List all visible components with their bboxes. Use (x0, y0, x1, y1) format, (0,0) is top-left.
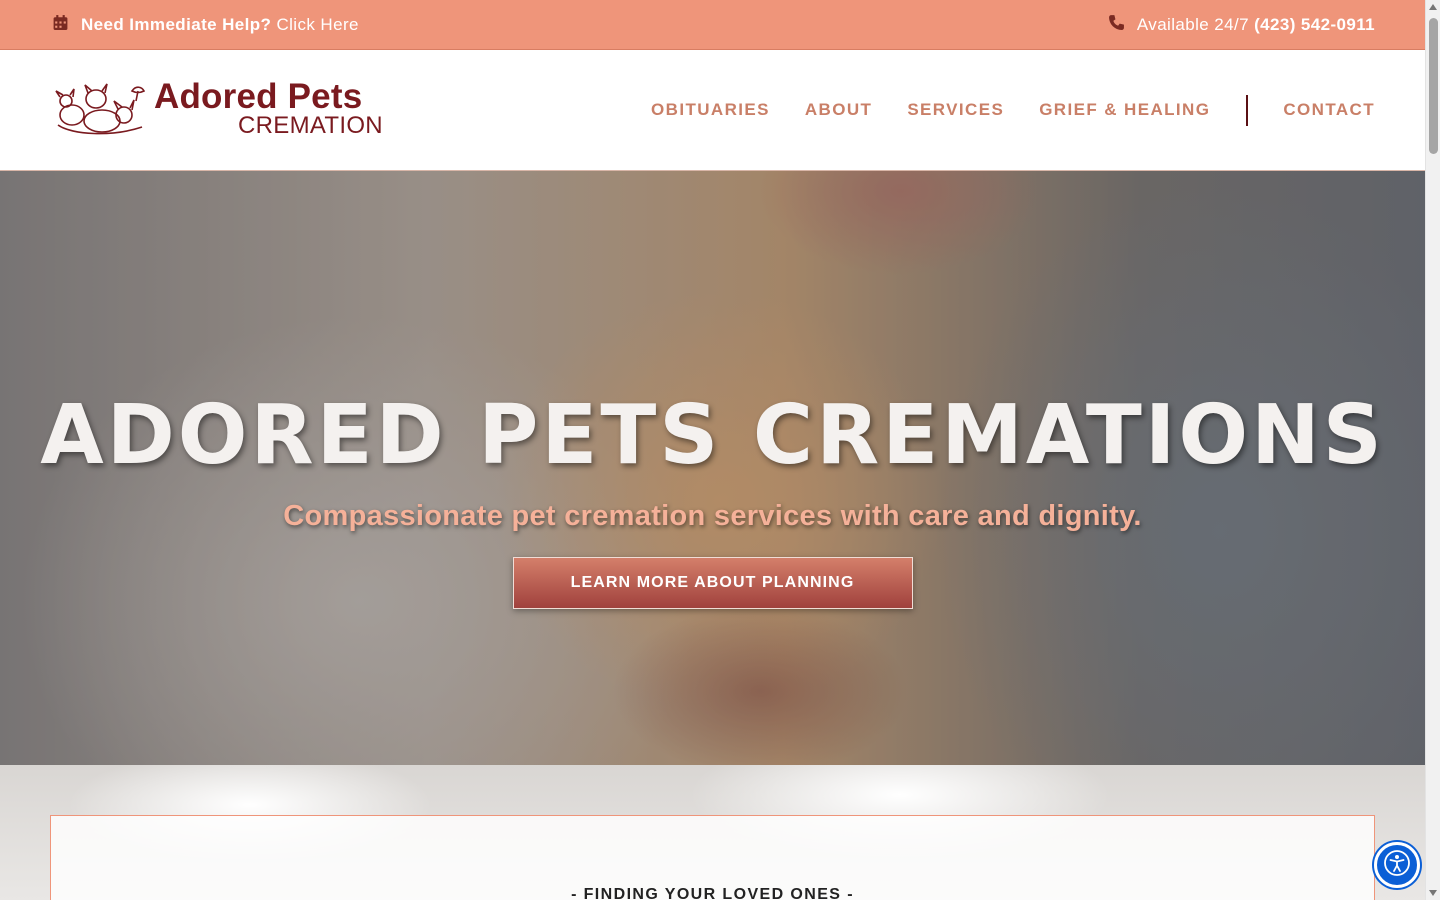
accessibility-icon (1383, 849, 1411, 882)
phone-contact[interactable]: Available 24/7 (423) 542-0911 (1108, 14, 1375, 36)
main-nav: OBITUARIES ABOUT SERVICES GRIEF & HEALIN… (616, 94, 1375, 126)
hero-subtitle: Compassionate pet cremation services wit… (283, 500, 1142, 532)
learn-more-button[interactable]: LEARN MORE ABOUT PLANNING (512, 557, 913, 609)
nav-obituaries[interactable]: OBITUARIES (651, 100, 770, 120)
section-heading: - FINDING YOUR LOVED ONES - (571, 886, 854, 900)
page-scrollbar[interactable] (1425, 0, 1440, 900)
nav-about[interactable]: ABOUT (805, 100, 872, 120)
logo-title: Adored Pets (154, 77, 363, 116)
click-here-link[interactable]: Click Here (276, 15, 358, 34)
hero-title: ADORED PETS CREMATIONS (40, 388, 1385, 483)
pets-illustration-icon (52, 75, 148, 146)
nav-grief-healing[interactable]: GRIEF & HEALING (1039, 100, 1210, 120)
phone-icon (1108, 14, 1125, 36)
phone-number[interactable]: (423) 542-0911 (1254, 15, 1375, 34)
loved-ones-card: - FINDING YOUR LOVED ONES - (50, 815, 1375, 900)
immediate-help-link[interactable]: Need Immediate Help? Click Here (52, 14, 359, 36)
help-label: Need Immediate Help? (81, 14, 272, 34)
scroll-up-arrow-icon[interactable] (1429, 4, 1437, 10)
availability-text: Available 24/7 (1136, 14, 1249, 34)
scroll-thumb[interactable] (1429, 18, 1438, 154)
hero-banner: ADORED PETS CREMATIONS Compassionate pet… (0, 171, 1425, 765)
top-bar: Need Immediate Help? Click Here Availabl… (0, 0, 1425, 50)
site-logo[interactable]: Adored Pets CREMATION (52, 75, 383, 146)
scroll-down-arrow-icon[interactable] (1429, 890, 1437, 896)
nav-contact[interactable]: CONTACT (1283, 100, 1375, 120)
nav-services[interactable]: SERVICES (907, 100, 1004, 120)
nav-divider (1246, 94, 1249, 126)
site-header: Adored Pets CREMATION OBITUARIES ABOUT S… (0, 50, 1425, 171)
logo-subtitle: CREMATION (238, 112, 383, 139)
accessibility-button[interactable] (1374, 842, 1420, 888)
loved-ones-section: - FINDING YOUR LOVED ONES - (0, 765, 1425, 900)
calendar-icon (52, 14, 69, 36)
